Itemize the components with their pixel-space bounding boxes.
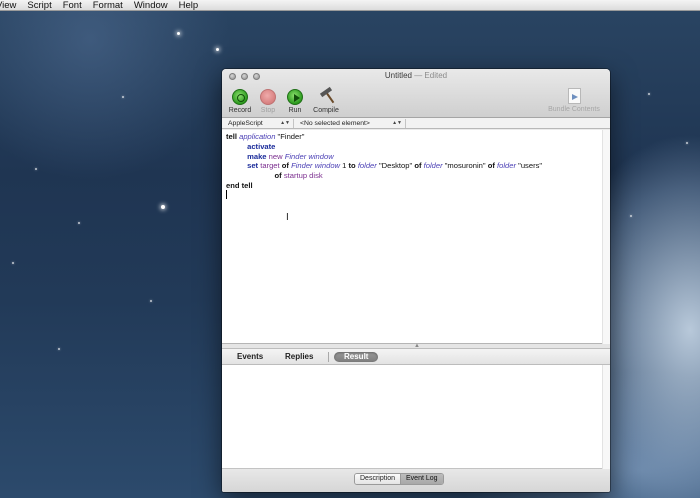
code-token: set: [247, 161, 259, 171]
navigation-bar: AppleScript ▲▼ <No selected element> ▲▼: [222, 118, 610, 129]
menu-bar: View Script Font Format Window Help: [0, 0, 700, 11]
ibeam-cursor-icon: I: [286, 212, 289, 223]
text-caret: [226, 190, 227, 199]
star: [161, 205, 165, 209]
window-title: Untitled — Edited: [222, 71, 610, 80]
code-token: 1: [342, 161, 347, 171]
script-editor-area[interactable]: tell application "Finder" activate make …: [222, 130, 610, 344]
star: [648, 93, 650, 95]
star: [12, 262, 14, 264]
code-token: folder: [357, 161, 377, 171]
record-icon: [232, 89, 248, 105]
view-segmented-control: Description Event Log: [354, 473, 444, 485]
window-edited-status: — Edited: [411, 71, 448, 80]
result-pane[interactable]: [222, 365, 610, 469]
code-token: of: [274, 171, 282, 181]
toolbar: Untitled — Edited Record Stop Run Compil…: [222, 69, 610, 118]
code-token: folder: [497, 161, 517, 171]
record-label: Record: [228, 107, 252, 114]
script-editor-window: Untitled — Edited Record Stop Run Compil…: [222, 69, 610, 492]
result-scrollbar[interactable]: [602, 365, 610, 469]
bundle-contents-icon: [567, 88, 581, 104]
code-token: Finder window: [284, 151, 334, 161]
menu-font[interactable]: Font: [57, 0, 87, 11]
code-token: folder: [423, 161, 443, 171]
code-token: startup disk: [283, 171, 323, 181]
language-value: AppleScript: [228, 120, 263, 127]
bundle-contents-button[interactable]: Bundle Contents: [544, 88, 604, 113]
element-popup[interactable]: <No selected element> ▲▼: [294, 119, 406, 128]
bundle-contents-label: Bundle Contents: [548, 106, 600, 113]
run-label: Run: [288, 107, 302, 114]
tab-result[interactable]: Result: [334, 352, 379, 362]
star: [58, 348, 60, 350]
compile-button[interactable]: Compile: [312, 89, 340, 114]
tab-divider: [328, 352, 329, 362]
menu-view[interactable]: View: [0, 0, 21, 11]
code-token: "Finder": [277, 132, 305, 141]
code-token: make: [247, 151, 267, 161]
code-token: Finder window: [291, 161, 341, 171]
stop-button[interactable]: Stop: [254, 89, 282, 114]
star: [216, 48, 219, 51]
code-token: "Desktop": [378, 161, 413, 171]
window-title-name: Untitled: [384, 71, 412, 80]
star: [122, 96, 124, 98]
star: [78, 222, 80, 224]
code-token: end tell: [226, 180, 253, 190]
editor-scrollbar[interactable]: [602, 130, 610, 344]
compile-label: Compile: [313, 107, 339, 114]
script-code: tell application "Finder" activate make …: [226, 132, 542, 191]
record-button[interactable]: Record: [226, 89, 254, 114]
event-log-button[interactable]: Event Log: [400, 474, 443, 484]
bottom-bar: Description Event Log: [222, 469, 610, 492]
code-token: tell: [226, 132, 237, 141]
code-token: of: [487, 161, 495, 171]
hammer-icon: [318, 89, 334, 105]
language-popup[interactable]: AppleScript ▲▼: [222, 119, 294, 128]
run-button[interactable]: Run: [281, 89, 309, 114]
star: [630, 215, 632, 217]
code-token: "users": [518, 161, 543, 171]
star: [35, 168, 37, 170]
stop-label: Stop: [260, 107, 276, 114]
code-token: to: [348, 161, 356, 171]
popup-arrows-icon: ▲▼: [392, 120, 402, 126]
description-button[interactable]: Description: [355, 474, 401, 484]
stop-icon: [260, 89, 276, 105]
tab-events[interactable]: Events: [237, 352, 263, 362]
popup-arrows-icon: ▲▼: [280, 120, 290, 126]
code-token: of: [281, 161, 289, 171]
code-token: "mosuronin": [444, 161, 486, 171]
menu-window[interactable]: Window: [128, 0, 173, 11]
star: [177, 32, 180, 35]
code-token: of: [414, 161, 422, 171]
tab-replies[interactable]: Replies: [285, 352, 313, 362]
code-token: new: [268, 151, 283, 161]
element-value: <No selected element>: [300, 120, 370, 127]
star: [686, 142, 688, 144]
menu-help[interactable]: Help: [173, 0, 204, 11]
code-token: application: [239, 132, 276, 141]
menu-format[interactable]: Format: [87, 0, 128, 11]
menu-script[interactable]: Script: [21, 0, 56, 11]
code-token: activate: [247, 141, 276, 151]
code-token: target: [260, 161, 280, 171]
star: [150, 300, 152, 302]
run-icon: [287, 89, 303, 105]
result-tabs-bar: Events Replies Result: [222, 349, 610, 365]
